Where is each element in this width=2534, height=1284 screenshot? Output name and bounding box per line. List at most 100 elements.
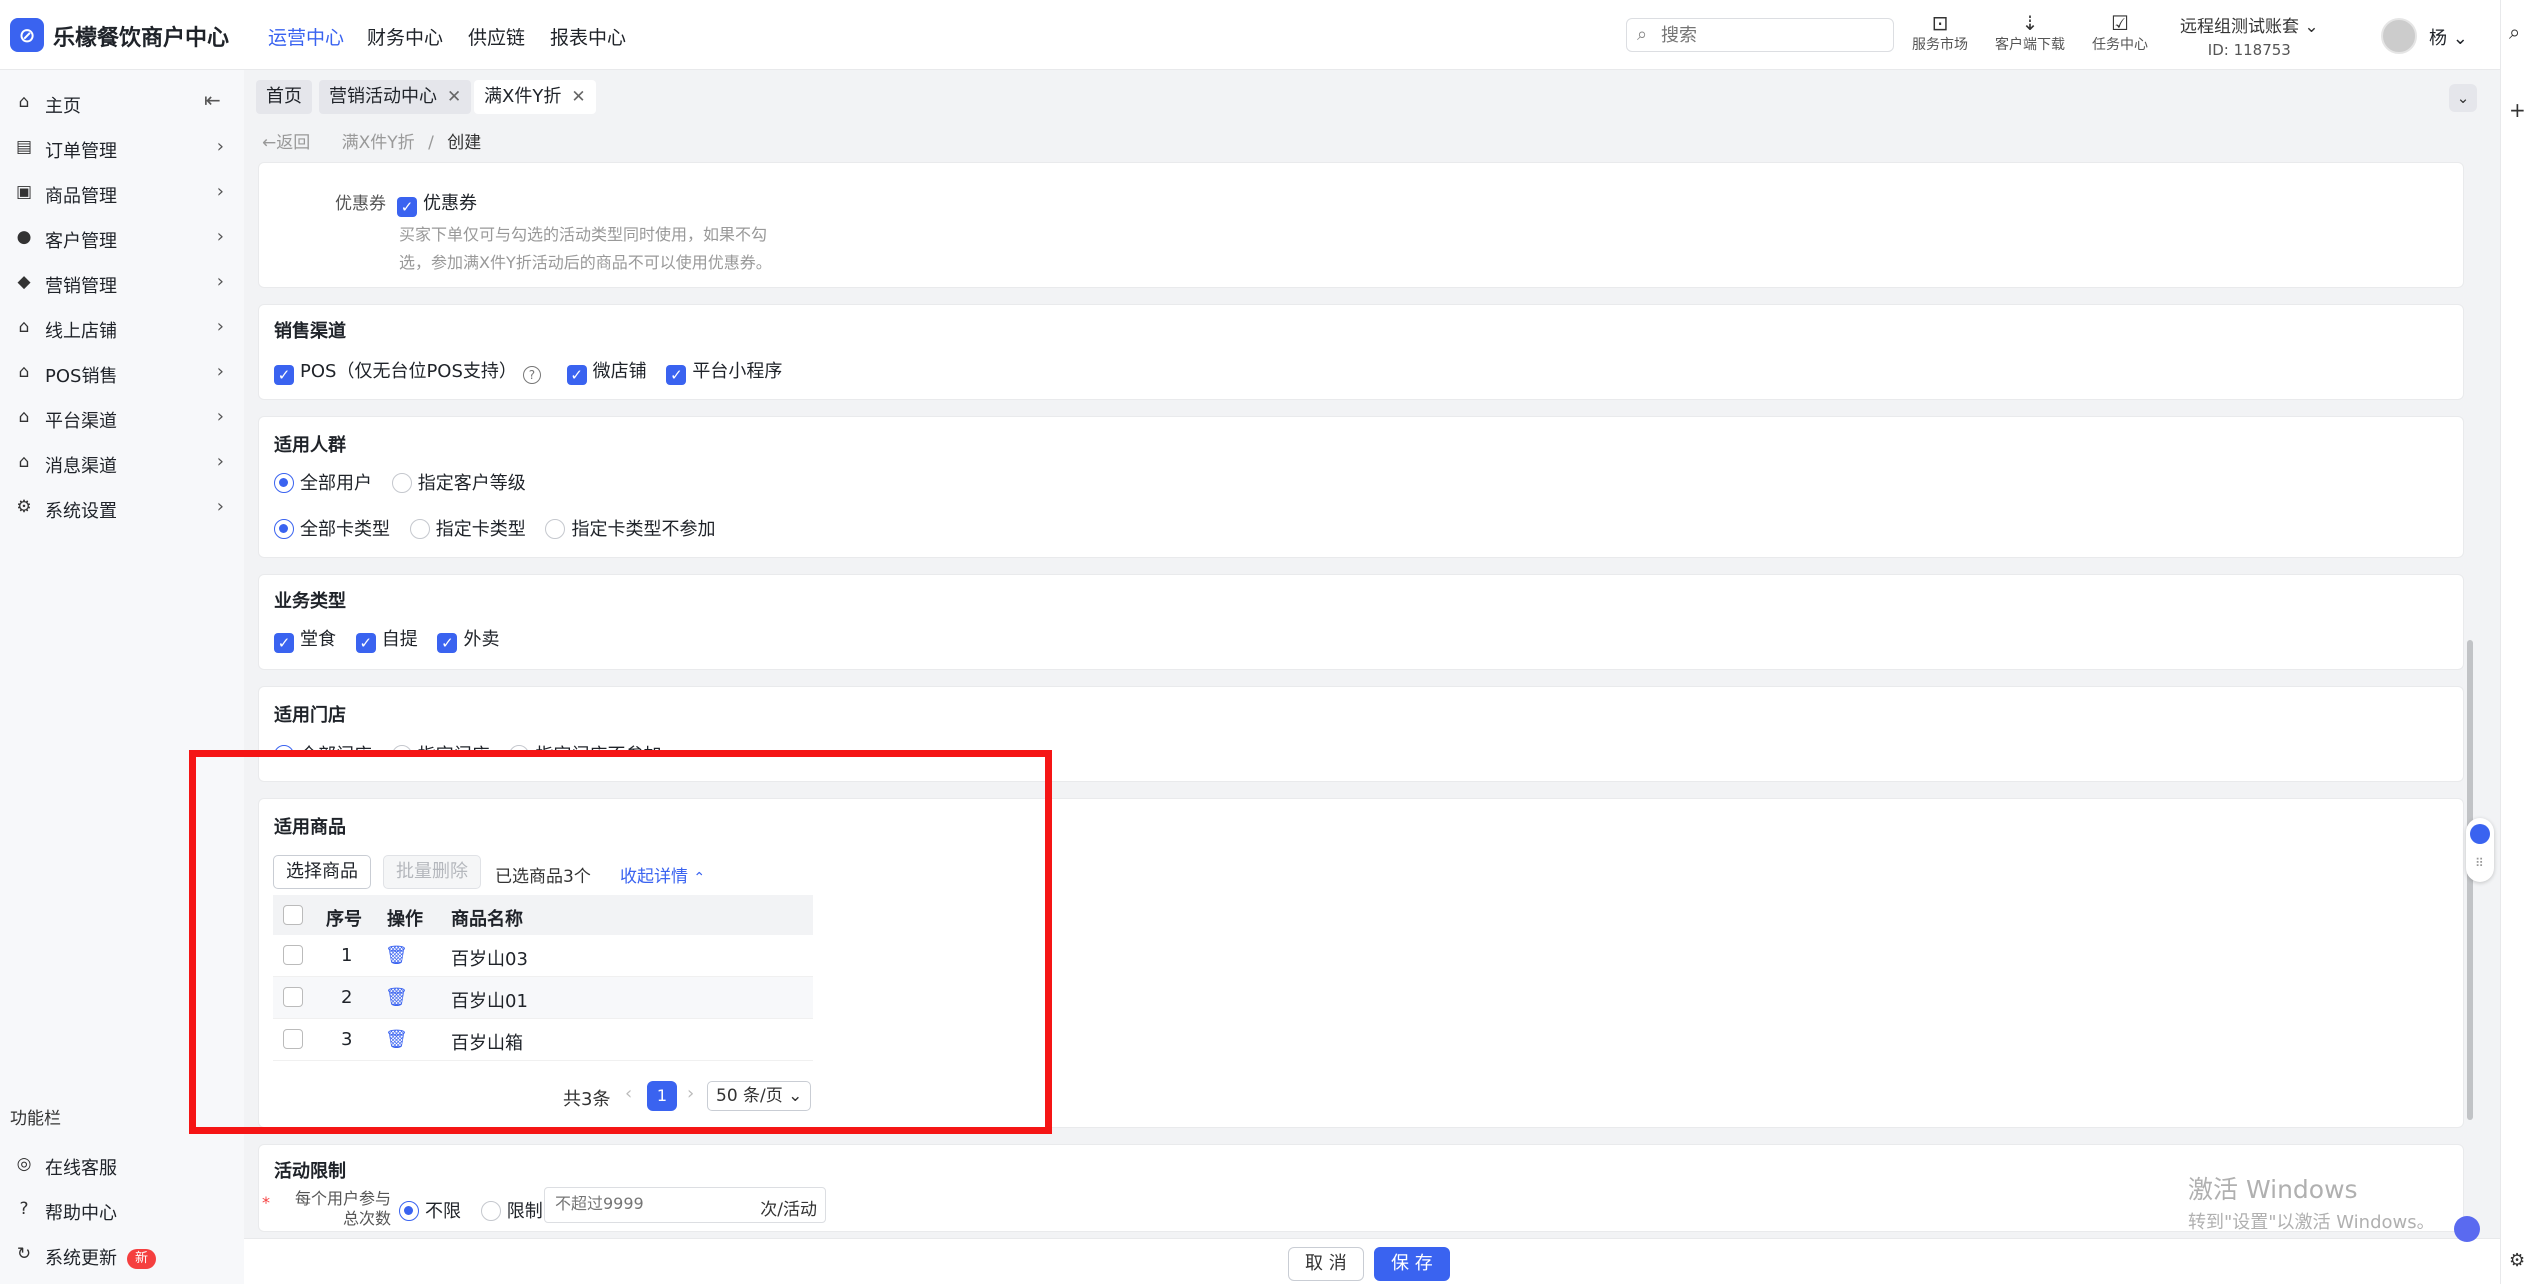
select-products-button[interactable]: 选择商品 bbox=[273, 855, 371, 889]
sidebar-item-home[interactable]: ⌂ 主页 bbox=[0, 84, 244, 124]
collapse-details-link[interactable]: 收起详情 ⌃ bbox=[620, 862, 705, 887]
unlimited-radio[interactable]: 不限 bbox=[399, 1201, 461, 1222]
sidebar-item-pos[interactable]: ⌂ POS销售 › bbox=[0, 354, 244, 394]
checkbox-checked-icon: ✓ bbox=[437, 633, 458, 653]
client-download-button[interactable]: ⇣ 客户端下载 bbox=[1990, 12, 2070, 54]
row-checkbox[interactable] bbox=[283, 945, 303, 965]
sidebar-item-settings[interactable]: ⚙ 系统设置 › bbox=[0, 489, 244, 529]
coupon-hint-line: 选，参加满X件Y折活动后的商品不可以使用优惠券。 bbox=[399, 253, 772, 272]
coupon-section: 优惠券 ✓ 优惠券 买家下单仅可与勾选的活动类型同时使用，如果不勾 选，参加满X件… bbox=[258, 162, 2464, 288]
pickup-checkbox[interactable]: ✓ 自提 bbox=[355, 629, 418, 653]
tab-marketing-center[interactable]: 营销活动中心 ✕ bbox=[319, 80, 472, 114]
page-size-select[interactable]: 50 条/页 ⌄ bbox=[707, 1081, 812, 1111]
trash-icon[interactable]: 🗑 bbox=[385, 945, 408, 966]
nav-supply-chain[interactable]: 供应链 bbox=[468, 23, 525, 50]
task-center-button[interactable]: ☑ 任务中心 bbox=[2080, 12, 2160, 54]
column-header-action: 操作 bbox=[387, 909, 423, 930]
trash-icon[interactable]: 🗑 bbox=[385, 987, 408, 1008]
cancel-button[interactable]: 取 消 bbox=[1288, 1247, 1364, 1281]
limited-radio[interactable]: 限制 bbox=[480, 1201, 543, 1222]
tab-label: 首页 bbox=[266, 86, 302, 107]
tab-full-x-y-discount[interactable]: 满X件Y折 ✕ bbox=[474, 80, 596, 114]
checkbox-label: 微店铺 bbox=[592, 361, 647, 382]
section-title: 适用人群 bbox=[274, 435, 346, 456]
right-rail: ⌕ + ⚙ bbox=[2500, 0, 2534, 1284]
channel-pos-checkbox[interactable]: ✓ POS（仅无台位POS支持） bbox=[274, 361, 517, 385]
task-center-label: 任务中心 bbox=[2092, 37, 2148, 53]
exclude-card-type-radio[interactable]: 指定卡类型不参加 bbox=[545, 519, 715, 540]
close-icon[interactable]: ✕ bbox=[571, 87, 585, 107]
service-market-button[interactable]: ⊡ 服务市场 bbox=[1900, 12, 1980, 54]
next-page-icon[interactable]: › bbox=[687, 1083, 694, 1104]
exclude-stores-radio[interactable]: 指定门店不参加 bbox=[509, 745, 661, 757]
sidebar-item-system-update[interactable]: ↻ 系统更新新 bbox=[0, 1236, 244, 1276]
all-users-radio[interactable]: 全部用户 bbox=[274, 473, 372, 494]
windows-activation-watermark: 激活 Windows 转到"设置"以激活 Windows。 bbox=[2188, 1170, 2435, 1234]
chevron-down-icon: ⌄ bbox=[2456, 89, 2470, 107]
product-icon: ▣ bbox=[15, 182, 33, 202]
sidebar-item-marketing[interactable]: ◆ 营销管理 › bbox=[0, 264, 244, 304]
sidebar-item-products[interactable]: ▣ 商品管理 › bbox=[0, 174, 244, 214]
all-stores-radio[interactable]: 全部门店 bbox=[274, 745, 372, 757]
drag-handle-icon[interactable]: ⠿ bbox=[2475, 856, 2484, 870]
trash-icon[interactable]: 🗑 bbox=[385, 1029, 408, 1050]
avatar[interactable] bbox=[2381, 18, 2417, 54]
nav-report-center[interactable]: 报表中心 bbox=[550, 23, 626, 50]
selected-count: 已选商品3个 bbox=[495, 867, 591, 887]
search-input[interactable] bbox=[1661, 23, 1881, 47]
limit-count-field[interactable]: 次/活动 bbox=[544, 1187, 826, 1223]
sidebar-item-online-service[interactable]: ◎ 在线客服 bbox=[0, 1146, 244, 1186]
row-checkbox[interactable] bbox=[283, 1029, 303, 1049]
search-box[interactable]: ⌕ bbox=[1626, 18, 1894, 52]
chevron-right-icon: › bbox=[216, 496, 224, 517]
search-icon[interactable]: ⌕ bbox=[2509, 20, 2520, 44]
close-icon[interactable]: ✕ bbox=[447, 87, 461, 107]
channel-miniprogram-checkbox[interactable]: ✓ 平台小程序 bbox=[666, 361, 782, 385]
ai-assistant-icon[interactable] bbox=[2454, 1216, 2480, 1242]
pos-icon: ⌂ bbox=[18, 362, 30, 382]
limit-count-input[interactable] bbox=[555, 1194, 735, 1213]
tabs-dropdown-button[interactable]: ⌄ bbox=[2449, 84, 2477, 112]
batch-delete-button[interactable]: 批量删除 bbox=[383, 855, 481, 889]
account-switcher[interactable]: 远程组测试账套 ⌄ ID: 118753 bbox=[2180, 12, 2319, 59]
save-button[interactable]: 保 存 bbox=[1374, 1247, 1450, 1281]
sidebar-item-label: 营销管理 bbox=[45, 276, 117, 297]
specific-stores-radio[interactable]: 指定门店 bbox=[391, 745, 490, 757]
back-link[interactable]: ←返回 bbox=[262, 133, 310, 153]
tab-home[interactable]: 首页 bbox=[256, 80, 312, 114]
floating-assistant-button[interactable]: ⠿ bbox=[2466, 818, 2494, 882]
sidebar-item-label: 在线客服 bbox=[45, 1158, 117, 1179]
sidebar-item-platform[interactable]: ⌂ 平台渠道 › bbox=[0, 399, 244, 439]
customer-service-icon: ◎ bbox=[16, 1154, 32, 1174]
sidebar-item-customers[interactable]: ● 客户管理 › bbox=[0, 219, 244, 259]
platform-icon: ⌂ bbox=[18, 407, 30, 427]
sidebar-item-orders[interactable]: ▤ 订单管理 › bbox=[0, 129, 244, 169]
coupon-checkbox[interactable]: ✓ 优惠券 bbox=[397, 189, 477, 217]
nav-finance-center[interactable]: 财务中心 bbox=[367, 23, 443, 50]
sidebar-item-online-store[interactable]: ⌂ 线上店铺 › bbox=[0, 309, 244, 349]
limit-label-line: 总次数 bbox=[342, 1209, 391, 1228]
checkbox-checked-icon: ✓ bbox=[274, 365, 294, 385]
breadcrumb-parent[interactable]: 满X件Y折 bbox=[342, 133, 415, 153]
sidebar-item-messages[interactable]: ⌂ 消息渠道 › bbox=[0, 444, 244, 484]
help-icon[interactable]: ? bbox=[522, 366, 541, 384]
customer-level-radio[interactable]: 指定客户等级 bbox=[391, 473, 526, 494]
sidebar-item-help-center[interactable]: ? 帮助中心 bbox=[0, 1191, 244, 1231]
radio-icon bbox=[480, 1201, 501, 1221]
gear-icon[interactable]: ⚙ bbox=[2509, 1250, 2525, 1271]
channel-microstore-checkbox[interactable]: ✓ 微店铺 bbox=[566, 361, 647, 385]
user-menu[interactable]: 杨 ⌄ bbox=[2429, 24, 2468, 50]
sidebar-item-label: 帮助中心 bbox=[45, 1203, 117, 1224]
page-number-current[interactable]: 1 bbox=[647, 1081, 677, 1111]
prev-page-icon[interactable]: ‹ bbox=[625, 1083, 632, 1104]
nav-ops-center[interactable]: 运营中心 bbox=[268, 23, 344, 50]
page-size-value: 50 条/页 bbox=[716, 1086, 783, 1106]
row-checkbox[interactable] bbox=[283, 987, 303, 1007]
checkbox-label: 自提 bbox=[381, 629, 418, 650]
dine-in-checkbox[interactable]: ✓ 堂食 bbox=[274, 629, 336, 653]
plus-icon[interactable]: + bbox=[2509, 98, 2526, 122]
select-all-checkbox[interactable] bbox=[283, 905, 303, 925]
delivery-checkbox[interactable]: ✓ 外卖 bbox=[437, 629, 499, 653]
specific-card-type-radio[interactable]: 指定卡类型 bbox=[409, 519, 526, 540]
all-card-types-radio[interactable]: 全部卡类型 bbox=[274, 519, 390, 540]
